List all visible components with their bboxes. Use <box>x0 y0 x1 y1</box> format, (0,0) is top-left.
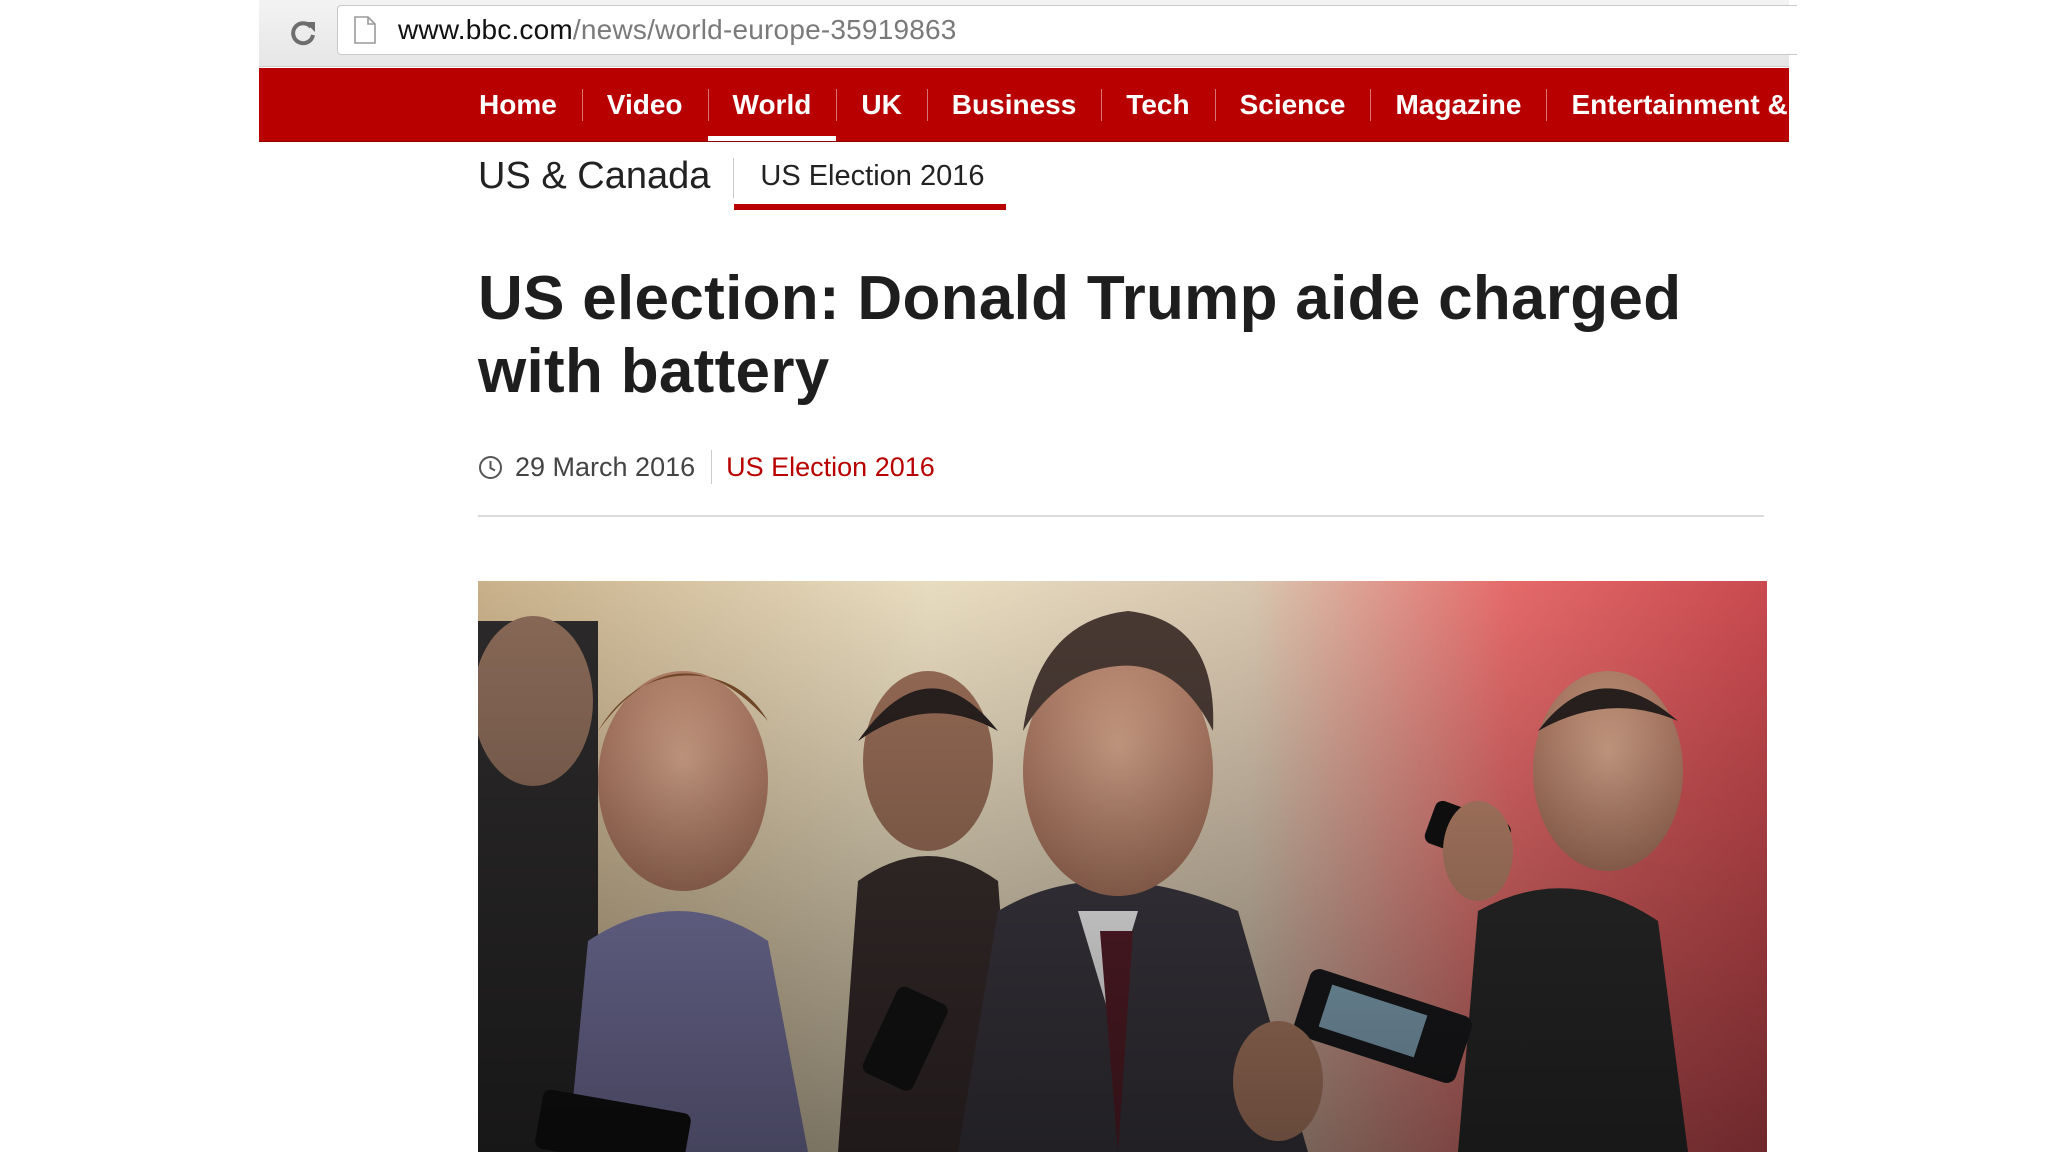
nav-item-business[interactable]: Business <box>926 68 1102 141</box>
reload-icon[interactable] <box>283 13 323 53</box>
nav-item-home[interactable]: Home <box>462 68 582 141</box>
browser-toolbar: www.bbc.com/news/world-europe-35919863 <box>259 0 1797 67</box>
url-path: /news/world-europe-35919863 <box>572 14 957 45</box>
article-date: 29 March 2016 <box>515 451 696 482</box>
main-nav: Home Video World UK Business Tech Scienc… <box>259 68 1850 142</box>
nav-item-tech[interactable]: Tech <box>1101 68 1214 141</box>
clock-icon <box>479 455 502 479</box>
nav-item-science[interactable]: Science <box>1214 68 1371 141</box>
article-tag-link[interactable]: US Election 2016 <box>726 452 935 483</box>
article-hero-image <box>478 581 1767 1152</box>
article-meta: 29 March 2016 US Election 2016 <box>478 447 935 487</box>
nav-item-uk[interactable]: UK <box>836 68 926 141</box>
section-title-link[interactable]: US & Canada <box>478 148 733 204</box>
url-text: www.bbc.com/news/world-europe-35919863 <box>398 14 957 46</box>
article-headline: US election: Donald Trump aide charged w… <box>478 264 1682 406</box>
nav-item-world[interactable]: World <box>707 68 837 141</box>
secondary-nav: US & Canada US Election 2016 <box>478 148 1007 210</box>
header-divider <box>478 515 1764 517</box>
subnav-item-us-election-2016[interactable]: US Election 2016 <box>734 148 1007 210</box>
main-nav-items: Home Video World UK Business Tech Scienc… <box>462 68 1875 141</box>
nav-item-entertainment-arts[interactable]: Entertainment & Arts <box>1546 68 1875 141</box>
nav-item-video[interactable]: Video <box>581 68 708 141</box>
address-bar[interactable]: www.bbc.com/news/world-europe-35919863 <box>337 5 1797 55</box>
page-icon <box>354 16 376 44</box>
hero-photo-illustration <box>478 581 1767 1152</box>
meta-divider <box>711 450 713 484</box>
nav-item-magazine[interactable]: Magazine <box>1370 68 1546 141</box>
url-host: www.bbc.com <box>398 14 573 45</box>
